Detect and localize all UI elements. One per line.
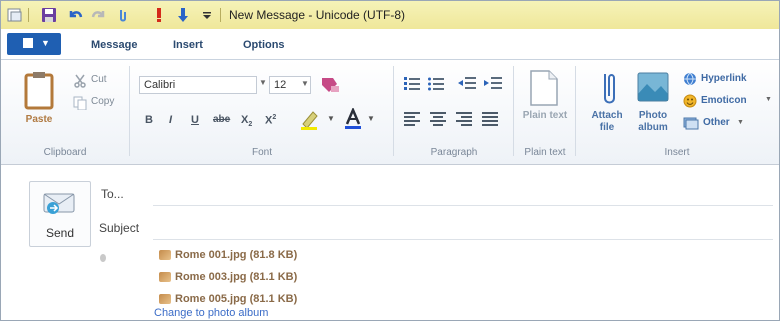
group-divider (393, 66, 394, 156)
chevron-down-icon[interactable]: ▼ (327, 114, 335, 123)
other-icon (683, 116, 699, 133)
attachment-name: Rome 001.jpg (81.8 KB) (175, 249, 298, 261)
paste-icon[interactable] (23, 70, 55, 110)
font-group-label: Font (251, 147, 272, 158)
emoticon-icon (683, 94, 697, 111)
document-icon (23, 38, 33, 48)
clear-formatting-icon[interactable] (319, 74, 341, 97)
insert-group: Attach file Photo album Hyperlink Emotic… (577, 64, 777, 160)
font-color-icon[interactable] (343, 106, 363, 133)
globe-icon (683, 72, 697, 89)
scissors-icon[interactable] (73, 74, 87, 91)
justify-icon[interactable] (481, 110, 499, 129)
plain-text-group: Plain text Plain text (515, 64, 575, 160)
message-window: New Message - Unicode (UTF-8) ▼ Message … (0, 0, 780, 321)
align-center-icon[interactable] (429, 110, 447, 129)
italic-icon[interactable]: I (169, 114, 172, 126)
other-button[interactable]: Other (703, 117, 730, 128)
bold-icon[interactable]: B (145, 114, 153, 126)
photo-album-button[interactable]: Photo album (631, 110, 675, 134)
to-label[interactable]: To... (101, 187, 124, 201)
attachment-item[interactable]: Rome 003.jpg (81.1 KB) (159, 271, 297, 283)
paperclip-icon[interactable] (115, 7, 131, 23)
emoticon-button[interactable]: Emoticon (701, 95, 747, 106)
tab-message[interactable]: Message (91, 39, 137, 51)
group-divider (129, 66, 130, 156)
to-field[interactable] (153, 205, 773, 206)
undo-icon[interactable] (67, 7, 83, 23)
tab-insert[interactable]: Insert (173, 39, 203, 51)
subject-field[interactable] (153, 239, 773, 240)
font-family-select[interactable]: Calibri (139, 76, 257, 94)
plain-text-group-label: Plain text (524, 147, 566, 158)
title-bar: New Message - Unicode (UTF-8) (1, 1, 779, 30)
photo-album-icon[interactable] (637, 72, 669, 105)
attachment-item[interactable]: Rome 005.jpg (81.1 KB) (159, 293, 297, 305)
paragraph-group-label: Paragraph (430, 147, 478, 158)
window-title: New Message - Unicode (UTF-8) (229, 8, 406, 22)
change-to-photo-album-link[interactable]: Change to photo album (154, 307, 268, 319)
align-right-icon[interactable] (455, 110, 473, 129)
low-importance-icon[interactable] (175, 7, 191, 23)
attach-file-icon[interactable] (599, 68, 619, 109)
attachment-name: Rome 005.jpg (81.1 KB) (175, 293, 298, 305)
hyperlink-button[interactable]: Hyperlink (701, 73, 747, 84)
chevron-down-icon[interactable]: ▼ (737, 119, 744, 126)
save-icon[interactable] (41, 7, 57, 23)
numbered-list-icon[interactable] (403, 76, 421, 95)
attach-file-button[interactable]: Attach file (583, 110, 631, 134)
chevron-down-icon[interactable]: ▼ (259, 78, 267, 87)
copy-button[interactable]: Copy (91, 96, 114, 107)
strikethrough-icon[interactable]: abe (213, 114, 230, 125)
clipboard-group-label: Clipboard (43, 147, 87, 158)
subject-label: Subject (99, 221, 140, 235)
attachment-clip-icon (99, 253, 107, 266)
image-file-icon (159, 294, 171, 305)
ribbon: Paste Cut Copy Clipboard Calibri ▼ 12 ▼ … (1, 60, 779, 165)
tab-options[interactable]: Options (243, 39, 285, 51)
attachment-name: Rome 003.jpg (81.1 KB) (175, 271, 298, 283)
bullet-list-icon[interactable] (427, 76, 445, 95)
image-file-icon (159, 272, 171, 283)
superscript-icon[interactable]: X2 (265, 114, 276, 127)
chevron-down-icon: ▼ (41, 38, 50, 48)
group-divider (575, 66, 576, 156)
copy-icon[interactable] (73, 96, 87, 113)
customize-toolbar-icon[interactable] (199, 7, 215, 23)
chevron-down-icon[interactable]: ▼ (301, 79, 309, 88)
file-menu-button[interactable]: ▼ (7, 33, 61, 55)
underline-icon[interactable]: U (191, 114, 199, 126)
chevron-down-icon[interactable]: ▼ (367, 114, 375, 123)
plain-text-icon[interactable] (529, 70, 559, 109)
send-icon (42, 190, 78, 223)
paragraph-group: Paragraph (395, 64, 513, 160)
insert-group-label: Insert (664, 147, 690, 158)
high-importance-icon[interactable] (151, 7, 167, 23)
highlight-color-icon[interactable] (299, 110, 323, 133)
send-button[interactable]: Send (29, 181, 91, 247)
font-group: Calibri ▼ 12 ▼ B I U abe X2 X2 ▼ ▼ Font (131, 64, 393, 160)
group-divider (513, 66, 514, 156)
send-label: Send (45, 226, 75, 240)
subscript-icon[interactable]: X2 (241, 114, 252, 128)
clipboard-group: Paste Cut Copy Clipboard (1, 64, 129, 160)
compose-area: Send To... Subject Rome 001.jpg (81.8 KB… (1, 165, 779, 320)
paste-button[interactable]: Paste (19, 114, 59, 126)
cut-button[interactable]: Cut (91, 74, 107, 85)
decrease-indent-icon[interactable] (457, 76, 477, 95)
app-icon (7, 7, 23, 23)
image-file-icon (159, 250, 171, 261)
increase-indent-icon[interactable] (483, 76, 503, 95)
chevron-down-icon[interactable]: ▼ (765, 96, 772, 103)
plain-text-button[interactable]: Plain text (519, 110, 571, 122)
redo-icon[interactable] (91, 7, 107, 23)
ribbon-tabs: ▼ Message Insert Options (1, 29, 779, 60)
attachment-item[interactable]: Rome 001.jpg (81.8 KB) (159, 249, 297, 261)
align-left-icon[interactable] (403, 110, 421, 129)
